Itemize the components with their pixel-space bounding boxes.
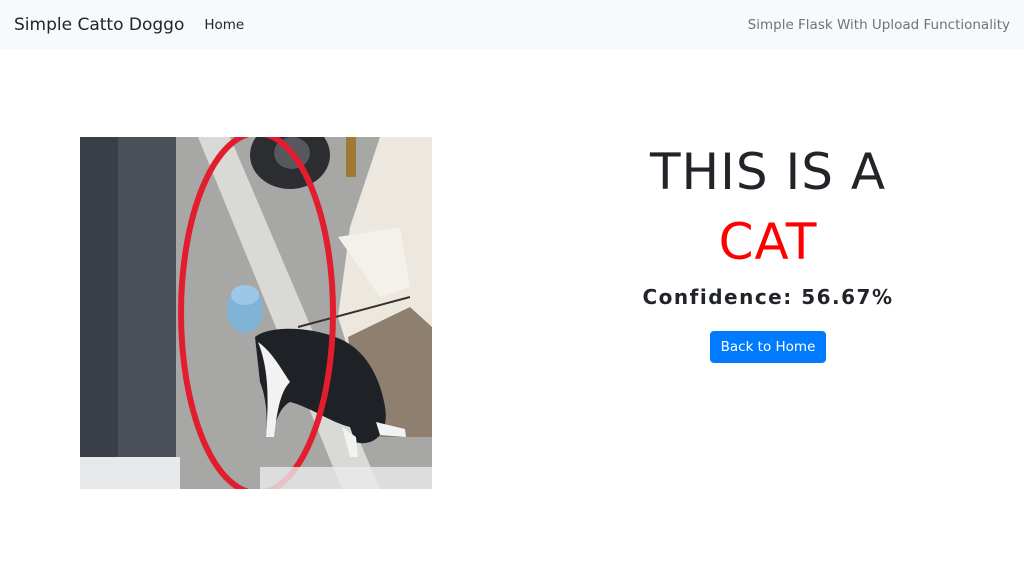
confidence-text: Confidence: 56.67% xyxy=(568,285,968,309)
prediction-label: CAT xyxy=(718,213,818,271)
confidence-value: 56.67% xyxy=(801,285,894,309)
navbar: Simple Catto Doggo Home Simple Flask Wit… xyxy=(0,0,1024,49)
navbar-subtitle: Simple Flask With Upload Functionality xyxy=(747,16,1010,33)
nav-home-link[interactable]: Home xyxy=(204,17,244,33)
navbar-brand[interactable]: Simple Catto Doggo xyxy=(14,15,184,35)
uploaded-image xyxy=(80,137,432,489)
result-heading: THIS IS A xyxy=(649,143,887,201)
prediction-panel: THIS IS A CAT Confidence: 56.67% Back to… xyxy=(568,137,968,363)
back-to-home-button[interactable]: Back to Home xyxy=(709,331,827,363)
confidence-label: Confidence: xyxy=(642,285,793,309)
